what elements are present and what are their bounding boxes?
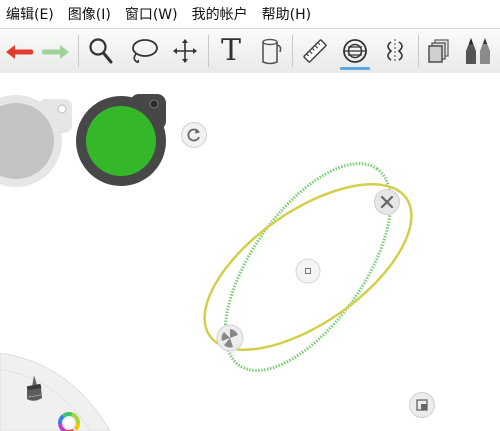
lasso-button[interactable]: [124, 29, 164, 73]
lagoon-menu[interactable]: [0, 353, 120, 431]
brush-set-button[interactable]: [458, 29, 500, 73]
angle-handle[interactable]: [215, 323, 245, 353]
center-handle[interactable]: [294, 257, 322, 285]
undo-button[interactable]: [0, 29, 36, 73]
layers-button[interactable]: [422, 29, 456, 73]
menu-window[interactable]: 窗口(W): [119, 4, 186, 24]
previous-color-swatch[interactable]: [0, 93, 76, 189]
menu-bar: 编辑(E) 图像(I) 窗口(W) 我的帐户 帮助(H): [0, 0, 500, 28]
close-handle[interactable]: [373, 188, 401, 216]
ellipse-guide-icon: [343, 39, 367, 63]
redo-button[interactable]: [38, 29, 76, 73]
menu-edit[interactable]: 编辑(E): [0, 4, 62, 24]
move-icon: [173, 39, 197, 63]
ruler-icon: [303, 39, 327, 63]
move-button[interactable]: [166, 29, 204, 73]
text-icon: T: [220, 33, 241, 68]
paint-bucket-icon: [262, 38, 282, 65]
toolbar: T: [0, 28, 500, 74]
fill-button[interactable]: [252, 29, 288, 73]
ruler-button[interactable]: [296, 29, 334, 73]
ellipse-guide-button[interactable]: [336, 29, 374, 73]
drawing-canvas[interactable]: [0, 73, 500, 431]
symmetry-button[interactable]: [376, 29, 414, 73]
menu-help[interactable]: 帮助(H): [256, 4, 319, 24]
scale-handle[interactable]: [408, 391, 436, 419]
redo-icon: [42, 45, 69, 59]
text-button[interactable]: T: [212, 29, 250, 73]
current-color-swatch[interactable]: [74, 91, 172, 189]
menu-my-account[interactable]: 我的帐户: [186, 4, 256, 24]
layers-icon: [428, 39, 449, 63]
zoom-icon: [89, 38, 113, 64]
brush-set-icon: [466, 38, 490, 64]
lasso-icon: [132, 39, 158, 64]
menu-image[interactable]: 图像(I): [62, 4, 119, 24]
zoom-button[interactable]: [84, 29, 118, 73]
undo-icon: [6, 45, 33, 59]
symmetry-icon: [387, 39, 403, 63]
